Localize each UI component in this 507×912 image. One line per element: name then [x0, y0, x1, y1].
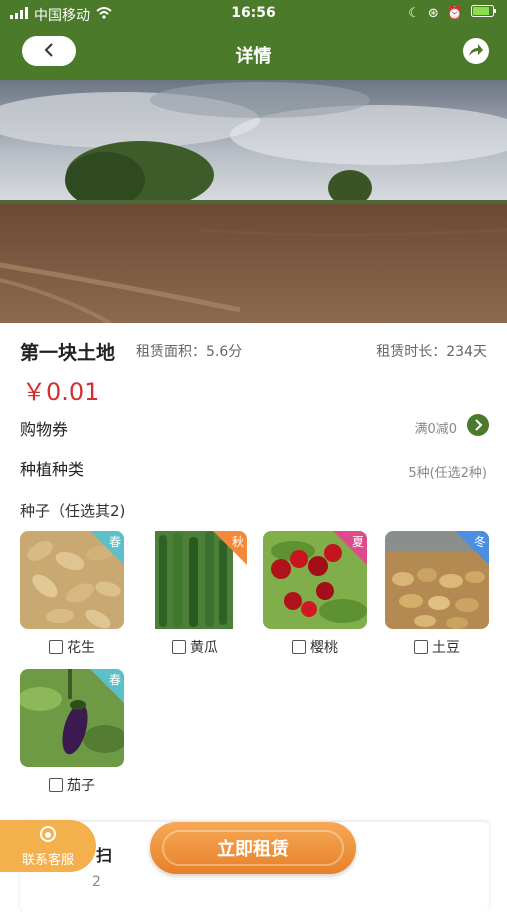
rent-duration: 租赁时长：234天	[376, 344, 487, 360]
seed-card-potato[interactable]: 冬 土豆	[385, 531, 489, 657]
seed-card-peanut[interactable]: 春 花生	[20, 531, 124, 657]
chevron-right-icon[interactable]	[467, 414, 489, 436]
bottom-card-label: 扫	[96, 846, 113, 865]
battery-icon	[471, 5, 497, 21]
seed-card-eggplant[interactable]: 春 茄子	[20, 669, 124, 795]
potato-image: 冬	[385, 531, 489, 629]
rent-now-button[interactable]: 立即租赁	[150, 822, 356, 874]
seed-name: 黄瓜	[190, 640, 218, 656]
coupon-label: 购物券	[20, 420, 69, 439]
eggplant-image: 春	[20, 669, 124, 767]
seed-section-title: 种子（任选其2)	[20, 502, 126, 520]
status-bar: 中国移动 16:56 ☾ ⊛ ⏰	[0, 0, 507, 28]
customer-service-button[interactable]: 联系客服	[0, 820, 96, 872]
seed-name: 花生	[67, 640, 95, 656]
seed-checkbox[interactable]	[292, 640, 306, 654]
rent-now-label: 立即租赁	[217, 839, 289, 860]
cherry-image: 夏	[263, 531, 367, 629]
seed-name: 茄子	[67, 778, 95, 794]
seed-checkbox[interactable]	[172, 640, 186, 654]
customer-service-label: 联系客服	[21, 852, 74, 868]
coupon-row[interactable]: 购物券 满0减0	[20, 414, 489, 440]
price: ￥0.01	[22, 378, 100, 406]
seed-checkbox[interactable]	[49, 778, 63, 792]
lock-rotation-icon: ⊛	[427, 5, 439, 21]
cucumber-image: 秋	[143, 531, 247, 629]
seed-checkbox[interactable]	[49, 640, 63, 654]
land-photo	[0, 80, 507, 323]
planting-type-value: 5种(任选2种)	[408, 466, 487, 481]
bottom-card-count: 2	[92, 874, 101, 890]
coupon-value: 满0减0	[414, 422, 457, 437]
nav-bar: 详情	[0, 28, 507, 80]
share-button[interactable]	[463, 38, 489, 64]
land-name: 第一块土地	[20, 342, 116, 364]
headset-icon	[39, 825, 57, 847]
share-icon	[468, 42, 484, 61]
moon-icon: ☾	[408, 5, 420, 21]
seed-card-cucumber[interactable]: 秋 黄瓜	[143, 531, 247, 657]
planting-type-label: 种植种类	[20, 460, 85, 479]
alarm-icon: ⏰	[446, 5, 463, 21]
peanut-image: 春	[20, 531, 124, 629]
rent-area: 租赁面积：5.6分	[136, 344, 243, 360]
seed-name: 土豆	[432, 640, 460, 656]
seed-checkbox[interactable]	[414, 640, 428, 654]
land-info: 第一块土地 租赁面积：5.6分 租赁时长：234天	[20, 338, 487, 364]
page-title: 详情	[235, 46, 272, 67]
seed-name: 樱桃	[310, 640, 338, 656]
planting-type-row: 种植种类 5种(任选2种)	[20, 454, 487, 484]
seed-card-cherry[interactable]: 夏 樱桃	[263, 531, 367, 657]
